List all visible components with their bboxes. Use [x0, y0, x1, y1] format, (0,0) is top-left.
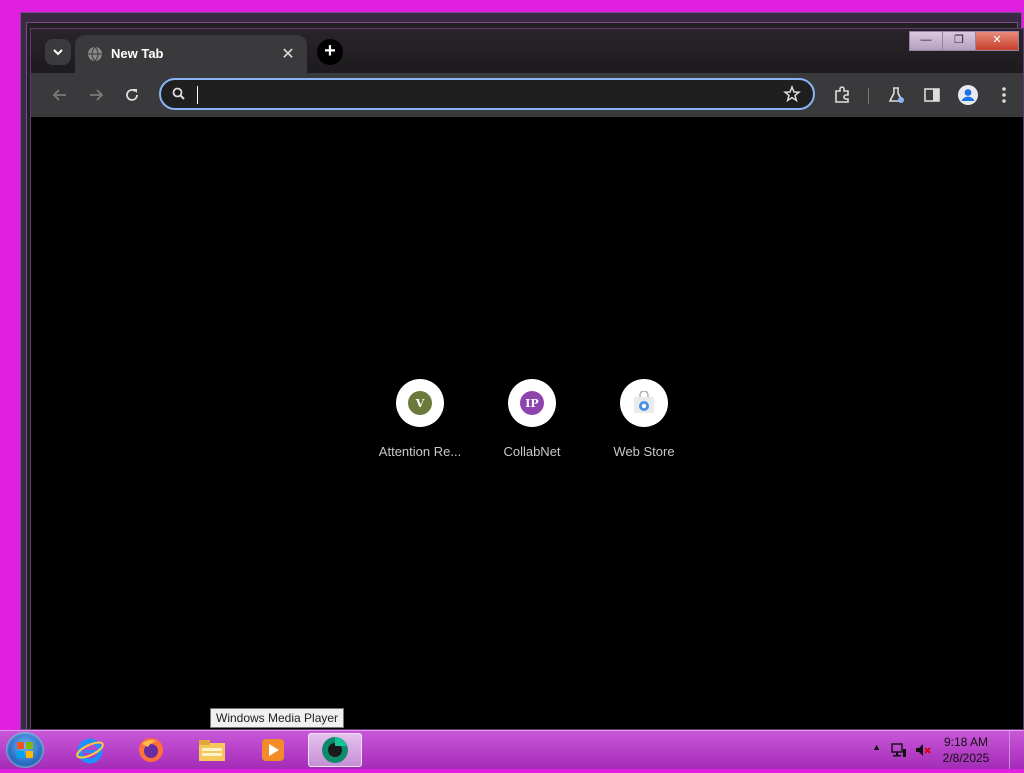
text-caret: [197, 86, 198, 104]
firefox-icon[interactable]: [124, 733, 178, 767]
labs-icon[interactable]: [885, 84, 907, 106]
maximize-button[interactable]: ❐: [942, 31, 976, 51]
system-tray: ▲ 9:18 AM 2/8/2025: [864, 731, 1024, 769]
shortcut-icon: IP: [508, 379, 556, 427]
shortcut-letter: IP: [520, 391, 544, 415]
taskbar: ▲ 9:18 AM 2/8/2025: [0, 730, 1024, 769]
tab-search-button[interactable]: [45, 39, 71, 65]
shortcut-label: Web Store: [613, 444, 675, 459]
menu-icon[interactable]: [993, 84, 1015, 106]
shortcut-tile[interactable]: IP CollabNet: [484, 379, 580, 459]
shortcut-label: Attention Re...: [378, 444, 462, 459]
close-window-button[interactable]: ✕: [975, 31, 1019, 51]
close-tab-icon[interactable]: ✕: [279, 44, 297, 64]
clock-time: 9:18 AM: [943, 735, 989, 749]
chrome-icon[interactable]: [308, 733, 362, 767]
globe-icon: [88, 46, 102, 62]
clock-date: 2/8/2025: [942, 751, 990, 765]
reload-icon[interactable]: [121, 84, 143, 106]
shortcut-icon: V: [396, 379, 444, 427]
address-bar[interactable]: [159, 78, 815, 110]
tab-title: New Tab: [111, 46, 164, 61]
tab-strip: New Tab ✕ + — ❐ ✕: [31, 29, 1023, 73]
show-hidden-icons-icon[interactable]: ▲: [872, 742, 881, 752]
volume-muted-icon[interactable]: [914, 741, 932, 759]
forward-arrow-icon[interactable]: [85, 84, 107, 106]
side-panel-icon[interactable]: [921, 84, 943, 106]
shortcut-letter: V: [408, 391, 432, 415]
shortcut-tile[interactable]: Web Store: [596, 379, 692, 459]
back-arrow-icon[interactable]: [49, 84, 71, 106]
shortcut-label: CollabNet: [503, 444, 561, 459]
minimize-button[interactable]: —: [909, 31, 943, 51]
show-desktop-button[interactable]: [1009, 731, 1024, 769]
search-icon: [172, 87, 185, 100]
web-store-icon: [634, 391, 654, 413]
shortcut-tile[interactable]: V Attention Re...: [372, 379, 468, 459]
window-controls: — ❐ ✕: [909, 31, 1019, 51]
web-store-icon: [620, 379, 668, 427]
file-explorer-icon[interactable]: [185, 733, 239, 767]
windows-media-player-icon[interactable]: [246, 733, 300, 767]
bookmark-star-icon[interactable]: [783, 85, 801, 103]
start-button[interactable]: [6, 732, 44, 768]
network-icon[interactable]: [890, 741, 908, 759]
browser-toolbar: [31, 73, 1023, 117]
chevron-down-icon: [53, 49, 63, 56]
profile-icon[interactable]: [957, 84, 979, 106]
windows-logo-icon: [17, 742, 33, 758]
tab-new-tab[interactable]: New Tab ✕: [75, 35, 307, 73]
address-input[interactable]: [195, 83, 779, 107]
clock[interactable]: 9:18 AM 2/8/2025: [936, 734, 996, 766]
browser-window: New Tab ✕ + — ❐ ✕ V Attention Re... IP C…: [30, 28, 1024, 730]
tooltip: Windows Media Player: [210, 708, 345, 728]
new-tab-button[interactable]: +: [317, 39, 343, 65]
internet-explorer-icon[interactable]: [63, 733, 117, 767]
extensions-icon[interactable]: [831, 84, 853, 106]
toolbar-divider: [868, 88, 869, 104]
